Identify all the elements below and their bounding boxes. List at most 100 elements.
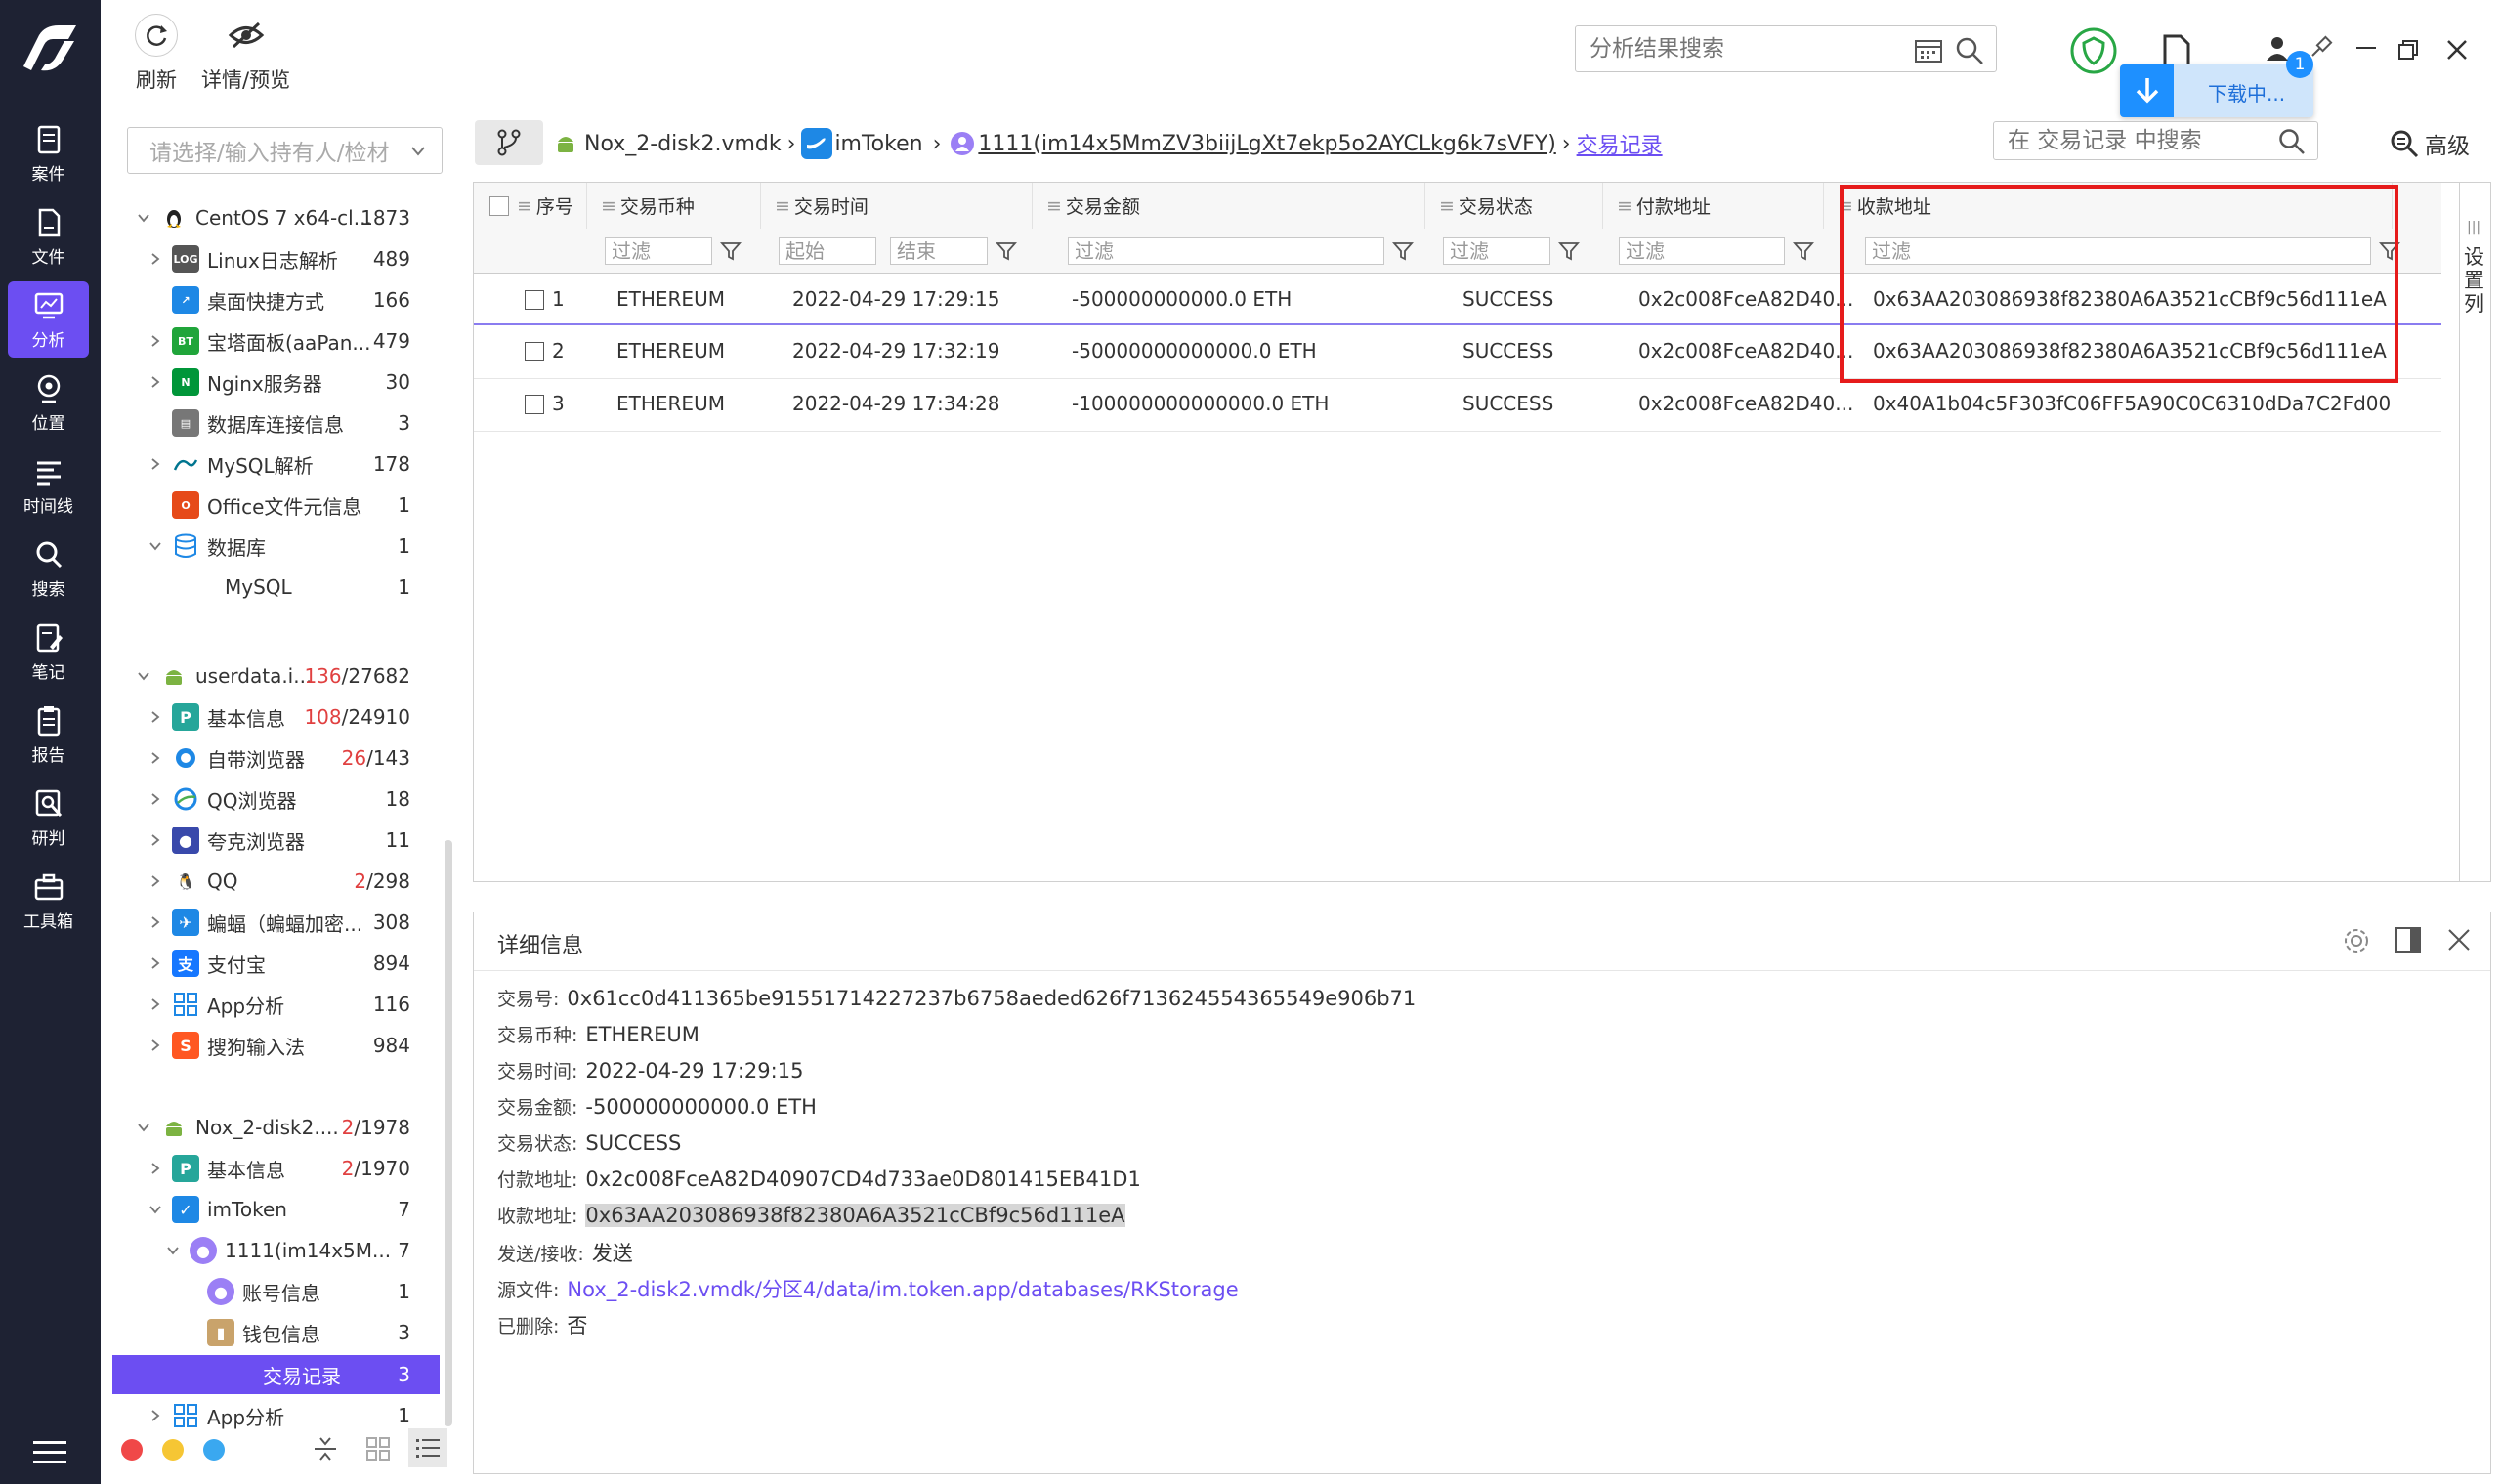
chevron-right-icon[interactable]: [148, 1409, 162, 1422]
filter-icon[interactable]: [996, 240, 1017, 262]
grid-view-icon[interactable]: [365, 1436, 391, 1462]
filter-status[interactable]: 过滤: [1443, 229, 1599, 273]
nav-search[interactable]: 搜索: [8, 530, 89, 607]
chevron-down-icon[interactable]: [148, 539, 162, 553]
search-icon[interactable]: [1955, 36, 1984, 65]
download-popup[interactable]: 下载中...: [2120, 64, 2313, 117]
user-icon[interactable]: [2265, 35, 2290, 61]
chevron-right-icon[interactable]: [148, 457, 162, 471]
shield-status-icon[interactable]: [2069, 26, 2118, 75]
restore-icon[interactable]: [2397, 39, 2419, 61]
chevron-right-icon[interactable]: [148, 375, 162, 389]
analysis-search-input[interactable]: [1576, 36, 1908, 62]
chevron-down-icon[interactable]: [166, 1244, 180, 1257]
filter-input[interactable]: 过滤: [1068, 236, 1384, 265]
collapse-icon[interactable]: [313, 1434, 338, 1463]
chevron-right-icon[interactable]: [148, 710, 162, 724]
filter-icon[interactable]: [1392, 240, 1414, 262]
menu-icon[interactable]: [33, 1441, 66, 1464]
time-end-input[interactable]: 结束: [890, 236, 988, 265]
sidebar-scrollbar[interactable]: [445, 840, 452, 1426]
column-header-no[interactable]: ≡ 序号: [474, 183, 587, 229]
chevron-right-icon[interactable]: [148, 833, 162, 847]
nav-timeline[interactable]: 时间线: [8, 447, 89, 524]
chevron-right-icon[interactable]: [148, 751, 162, 765]
breadcrumb-item[interactable]: 1111(im14x5MmZV3biijLgXt7ekp5o2AYCLkg6k7…: [978, 132, 1555, 156]
filter-icon[interactable]: [720, 240, 742, 262]
table-search-input[interactable]: [1994, 128, 2268, 153]
nav-analysis[interactable]: 分析: [8, 281, 89, 358]
chevron-right-icon[interactable]: [148, 1039, 162, 1052]
tree-item-selected[interactable]: 交易记录: [112, 1355, 440, 1394]
chevron-right-icon[interactable]: [148, 252, 162, 266]
chevron-right-icon[interactable]: [148, 874, 162, 888]
search-icon[interactable]: [2278, 128, 2306, 155]
row-checkbox[interactable]: [525, 290, 544, 310]
detail-preview-button[interactable]: 详情/预览: [201, 14, 290, 94]
filter-input[interactable]: 过滤: [605, 236, 712, 265]
row-checkbox[interactable]: [525, 395, 544, 414]
blue-dot[interactable]: [203, 1439, 225, 1461]
chevron-right-icon[interactable]: [148, 997, 162, 1011]
filter-input[interactable]: 过滤: [1443, 236, 1550, 265]
column-header-currency[interactable]: ≡ 交易币种: [587, 183, 761, 229]
tree-item[interactable]: O Office文件元信息: [148, 486, 440, 525]
column-header-from[interactable]: ≡ 付款地址: [1603, 183, 1824, 229]
nav-case[interactable]: 案件: [8, 115, 89, 191]
filter-icon[interactable]: [1793, 240, 1814, 262]
nav-file[interactable]: 文件: [8, 198, 89, 275]
row-checkbox[interactable]: [525, 342, 544, 361]
column-settings-tab[interactable]: ||| 设置列: [2459, 183, 2490, 881]
nav-toolbox[interactable]: 工具箱: [8, 863, 89, 939]
chevron-right-icon[interactable]: [148, 915, 162, 929]
analysis-search-box[interactable]: [1575, 25, 1997, 72]
nav-location[interactable]: 位置: [8, 364, 89, 441]
filter-from[interactable]: 过滤: [1619, 229, 1820, 273]
close-icon[interactable]: [2446, 39, 2468, 61]
list-view-button[interactable]: [408, 1428, 447, 1467]
tree-item[interactable]: ▤ 数据库连接信息: [148, 403, 440, 443]
chevron-right-icon[interactable]: [148, 792, 162, 806]
table-row[interactable]: 3 ETHEREUM 2022-04-29 17:34:28 -10000000…: [474, 380, 2441, 432]
close-icon[interactable]: [2447, 928, 2471, 952]
nav-report[interactable]: 报告: [8, 697, 89, 773]
select-all-checkbox[interactable]: [489, 195, 509, 216]
breadcrumb-item[interactable]: Nox_2-disk2.vmdk: [584, 132, 782, 156]
filter-icon[interactable]: [1558, 240, 1580, 262]
advanced-search-button[interactable]: 高级: [2390, 127, 2470, 160]
filter-currency[interactable]: 过滤: [605, 229, 751, 273]
chevron-right-icon[interactable]: [148, 334, 162, 348]
gear-icon[interactable]: [2342, 926, 2371, 955]
filter-amount[interactable]: 过滤: [1068, 229, 1420, 273]
nav-judge[interactable]: 研判: [8, 780, 89, 856]
tree-item[interactable]: 数据库: [148, 527, 440, 566]
yellow-dot[interactable]: [162, 1439, 184, 1461]
file-export-icon[interactable]: [2162, 33, 2191, 68]
red-dot[interactable]: [121, 1439, 143, 1461]
filter-input[interactable]: 过滤: [1619, 236, 1785, 265]
tree-item[interactable]: App分析: [148, 1396, 440, 1435]
column-header-amount[interactable]: ≡ 交易金额: [1033, 183, 1425, 229]
chevron-down-icon[interactable]: [137, 1121, 150, 1134]
column-header-status[interactable]: ≡ 交易状态: [1425, 183, 1603, 229]
minimize-icon[interactable]: [2356, 47, 2376, 49]
chevron-down-icon[interactable]: [137, 211, 150, 225]
split-panel-icon[interactable]: [2395, 926, 2422, 954]
chevron-right-icon[interactable]: [148, 956, 162, 970]
nav-note[interactable]: 笔记: [8, 614, 89, 690]
owner-select[interactable]: 请选择/输入持有人/检材: [127, 127, 443, 174]
breadcrumb-current[interactable]: 交易记录: [1577, 128, 1663, 159]
pin-icon[interactable]: [2310, 35, 2333, 59]
table-search-box[interactable]: [1993, 121, 2318, 160]
branch-button[interactable]: [475, 120, 543, 165]
chevron-down-icon[interactable]: [148, 1203, 162, 1216]
column-header-time[interactable]: ≡ 交易时间: [761, 183, 1033, 229]
calendar-icon[interactable]: [1914, 36, 1943, 64]
tree-item[interactable]: ✓ imToken: [148, 1190, 440, 1229]
source-file-link[interactable]: Nox_2-disk2.vmdk/分区4/data/im.token.app/d…: [567, 1278, 1238, 1301]
chevron-right-icon[interactable]: [148, 1162, 162, 1175]
breadcrumb-item[interactable]: imToken: [834, 132, 922, 156]
filter-time[interactable]: 起始 结束: [779, 229, 1033, 273]
field-value-selected[interactable]: 0x63AA203086938f82380A6A3521cCBf9c56d111…: [585, 1204, 1125, 1227]
time-start-input[interactable]: 起始: [779, 236, 876, 265]
